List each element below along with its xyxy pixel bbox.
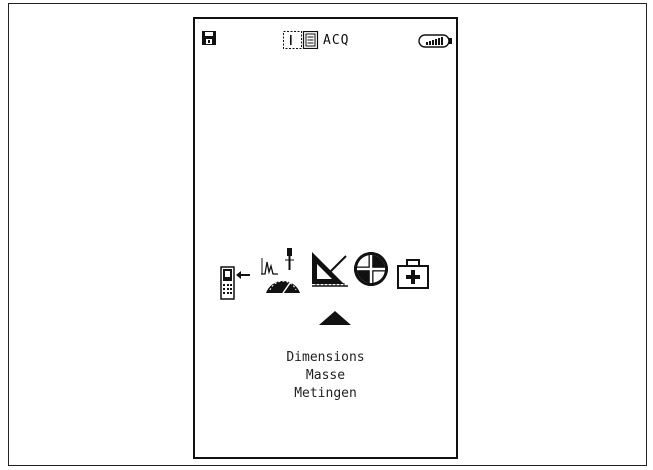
- dimensions-ruler-icon[interactable]: [310, 248, 350, 288]
- acquisition-mode-icon: [283, 31, 319, 49]
- menu-icon-row: [220, 246, 440, 306]
- battery-full-icon: [418, 34, 452, 48]
- device-transfer-icon[interactable]: [220, 266, 252, 302]
- first-aid-kit-icon[interactable]: [396, 258, 430, 290]
- crosshair-alignment-icon[interactable]: [352, 250, 390, 288]
- device-screen: ACQ Dimensions Masse Metingen: [193, 17, 458, 459]
- label-german: Masse: [305, 368, 346, 383]
- mode-label: ACQ: [323, 33, 350, 48]
- floppy-disk-icon: [202, 31, 216, 45]
- selection-arrow-icon: [319, 311, 351, 325]
- selected-item-labels: Dimensions Masse Metingen: [195, 349, 456, 403]
- status-bar: ACQ: [195, 19, 456, 59]
- gauge-vibration-icon[interactable]: [260, 246, 302, 296]
- label-dutch: Metingen: [294, 386, 357, 401]
- label-english: Dimensions: [286, 350, 365, 365]
